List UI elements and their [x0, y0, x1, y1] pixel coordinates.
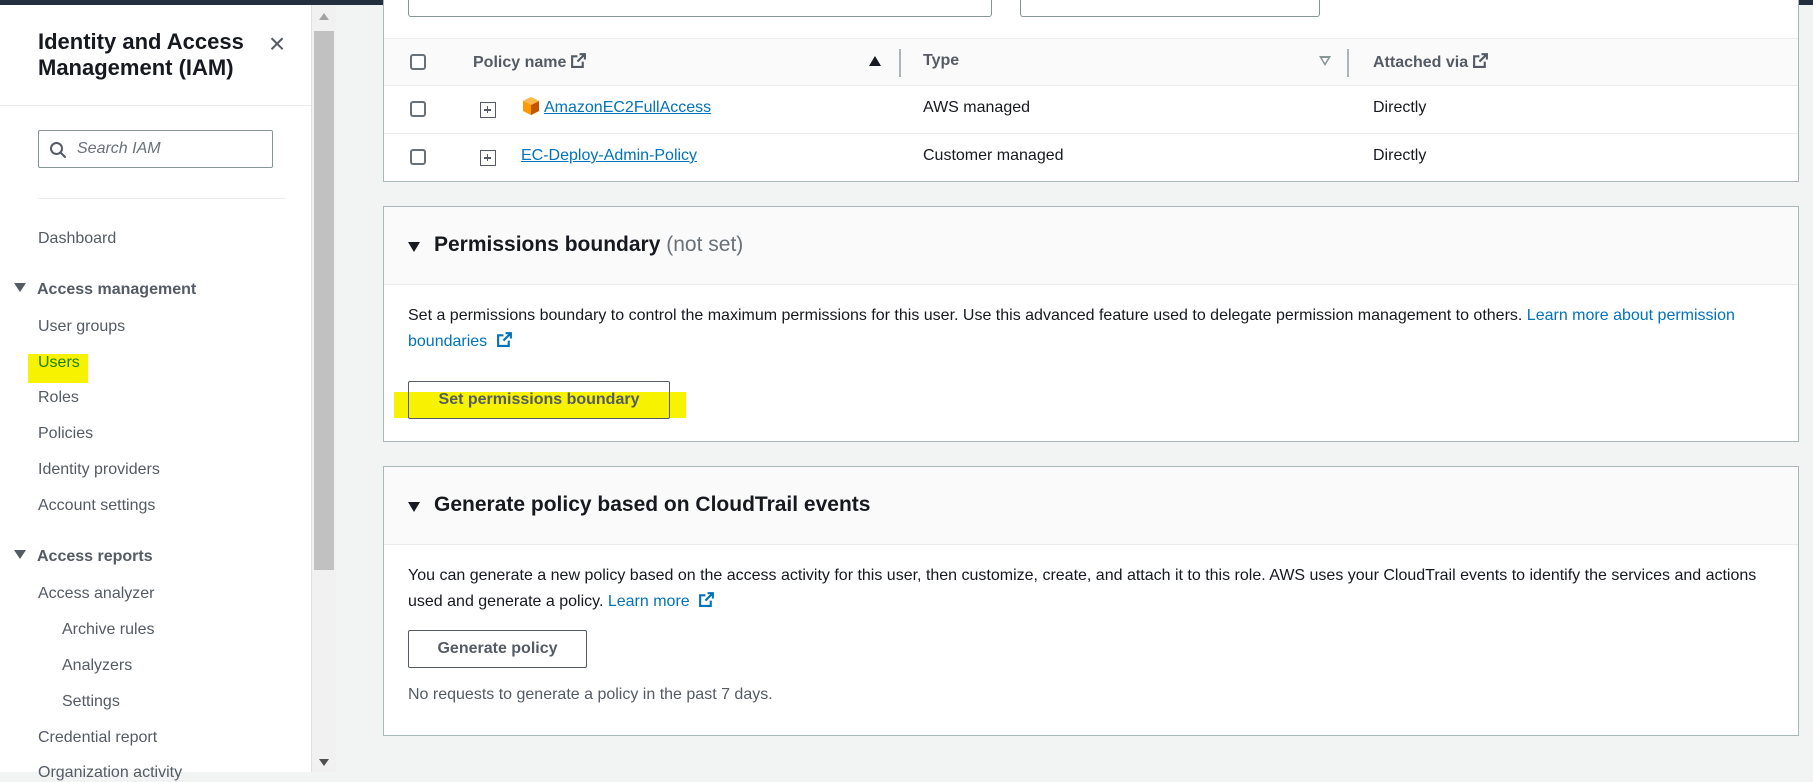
- sidebar-item-access-analyzer[interactable]: Access analyzer: [38, 585, 155, 603]
- sort-toggle-icon[interactable]: [1319, 56, 1331, 66]
- external-link-icon: [571, 53, 587, 68]
- sidebar-item-users[interactable]: Users: [38, 354, 80, 372]
- external-link-icon: [699, 592, 715, 607]
- sidebar-item-analyzers[interactable]: Analyzers: [62, 657, 132, 675]
- policy-type-cell: AWS managed: [923, 99, 1031, 116]
- caret-down-icon: [14, 550, 26, 559]
- policy-type-filter-select[interactable]: [1020, 0, 1320, 17]
- scroll-down-arrow-icon[interactable]: [319, 759, 329, 766]
- caret-down-icon[interactable]: [408, 502, 420, 512]
- external-link-icon: [1473, 53, 1489, 68]
- attached-via-cell: Directly: [1373, 99, 1427, 116]
- permissions-policies-table: Policy name Type Attached via AmazonEC2F…: [383, 0, 1799, 182]
- sidebar-section-access-reports[interactable]: Access reports: [14, 548, 153, 566]
- table-row: AmazonEC2FullAccess AWS managed Directly: [384, 86, 1798, 134]
- learn-more-link[interactable]: Learn more: [608, 592, 715, 610]
- column-separator[interactable]: [899, 49, 901, 77]
- sidebar-item-identity-providers[interactable]: Identity providers: [38, 461, 160, 479]
- column-header-policy-name[interactable]: Policy name: [473, 52, 587, 72]
- sidebar-divider-2: [38, 198, 286, 199]
- caret-down-icon[interactable]: [408, 242, 420, 252]
- permissions-boundary-title[interactable]: Permissions boundary (not set): [434, 233, 743, 257]
- search-icon: [50, 142, 66, 158]
- boundary-status: (not set): [666, 233, 744, 256]
- generate-policy-note: No requests to generate a policy in the …: [408, 686, 773, 703]
- close-icon[interactable]: ×: [264, 30, 290, 58]
- section-label: Access reports: [37, 548, 153, 565]
- column-header-type[interactable]: Type: [923, 52, 959, 70]
- scroll-up-arrow-icon[interactable]: [319, 13, 329, 20]
- caret-down-icon: [14, 283, 26, 292]
- generate-policy-panel: Generate policy based on CloudTrail even…: [383, 466, 1799, 736]
- sidebar-title: Identity and Access Management (IAM): [38, 29, 244, 80]
- generate-policy-button[interactable]: Generate policy: [408, 630, 587, 668]
- sidebar-item-user-groups[interactable]: User groups: [38, 318, 125, 336]
- sidebar-item-account-settings[interactable]: Account settings: [38, 497, 155, 515]
- generate-policy-header[interactable]: Generate policy based on CloudTrail even…: [384, 467, 1798, 545]
- sidebar-section-access-management[interactable]: Access management: [14, 281, 196, 299]
- policy-link-amazonec2fullaccess[interactable]: AmazonEC2FullAccess: [544, 99, 711, 117]
- sidebar-item-dashboard[interactable]: Dashboard: [38, 230, 116, 248]
- expand-row-icon[interactable]: [480, 102, 496, 118]
- policy-filter-input[interactable]: [408, 0, 992, 17]
- permissions-boundary-header[interactable]: Permissions boundary (not set): [384, 207, 1798, 285]
- sidebar-divider: [0, 105, 311, 106]
- table-header: Policy name Type Attached via: [384, 38, 1798, 86]
- policy-link-ec-deploy-admin-policy[interactable]: EC-Deploy-Admin-Policy: [521, 147, 697, 165]
- generate-policy-description: You can generate a new policy based on t…: [408, 567, 1757, 610]
- policy-type-cell: Customer managed: [923, 147, 1064, 164]
- table-row: EC-Deploy-Admin-Policy Customer managed …: [384, 134, 1798, 182]
- sidebar-item-organization-activity[interactable]: Organization activity: [38, 764, 182, 782]
- row-checkbox[interactable]: [410, 101, 426, 117]
- row-checkbox[interactable]: [410, 149, 426, 165]
- aws-managed-policy-icon: [523, 97, 539, 115]
- scroll-thumb[interactable]: [314, 31, 334, 570]
- expand-row-icon[interactable]: [480, 150, 496, 166]
- section-label: Access management: [37, 281, 197, 298]
- permissions-boundary-description: Set a permissions boundary to control th…: [408, 307, 1735, 350]
- sidebar-item-policies[interactable]: Policies: [38, 425, 93, 443]
- sidebar-item-roles[interactable]: Roles: [38, 389, 79, 407]
- search-iam-input[interactable]: [77, 137, 267, 161]
- sidebar-item-archive-rules[interactable]: Archive rules: [62, 621, 154, 639]
- sort-ascending-icon[interactable]: [869, 56, 881, 66]
- search-iam-box[interactable]: [38, 130, 273, 168]
- external-link-icon: [496, 332, 512, 347]
- attached-via-cell: Directly: [1373, 147, 1427, 164]
- sidebar-item-settings[interactable]: Settings: [62, 693, 120, 711]
- sidebar-scrollbar[interactable]: [311, 5, 336, 772]
- set-permissions-boundary-button[interactable]: Set permissions boundary: [408, 381, 670, 419]
- column-header-attached-via[interactable]: Attached via: [1373, 52, 1489, 72]
- permissions-boundary-panel: Permissions boundary (not set) Set a per…: [383, 206, 1799, 442]
- column-separator[interactable]: [1347, 49, 1349, 77]
- generate-policy-title[interactable]: Generate policy based on CloudTrail even…: [434, 493, 870, 517]
- sidebar-item-credential-report[interactable]: Credential report: [38, 729, 157, 747]
- iam-sidebar: Identity and Access Management (IAM) × D…: [0, 5, 311, 781]
- select-all-checkbox[interactable]: [410, 54, 426, 70]
